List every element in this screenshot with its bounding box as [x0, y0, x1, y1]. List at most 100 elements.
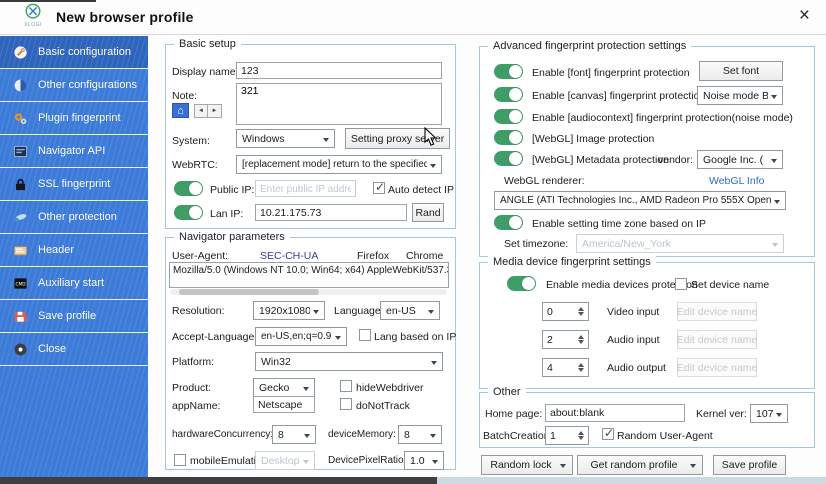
spin-down-icon[interactable] [578, 340, 584, 344]
spin-up-icon[interactable] [578, 307, 584, 311]
chevron-down-icon [430, 164, 436, 168]
product-label: Product: [172, 382, 212, 394]
lan-ip-input[interactable] [255, 204, 407, 221]
resolution-dropdown[interactable]: 1920x1080 [253, 301, 325, 320]
arrow-left-icon[interactable]: ◄ [194, 104, 208, 118]
sidebar-item-save-profile[interactable]: Save profile [0, 300, 148, 333]
font-protection-toggle[interactable] [494, 64, 523, 79]
webgl-info-link[interactable]: WebGL Info [709, 175, 764, 187]
get-random-profile-button[interactable]: Get random profile [577, 455, 703, 475]
timezone-by-ip-toggle[interactable] [494, 215, 523, 230]
accept-language-dropdown[interactable]: en-US,en;q=0.9 [255, 327, 347, 346]
arrow-right-icon[interactable]: ► [208, 104, 222, 118]
random-lock-button[interactable]: Random lock [481, 455, 573, 475]
home-icon[interactable]: ⌂ [172, 103, 189, 118]
svg-text:CMD: CMD [15, 281, 26, 287]
media-devices-protection-toggle[interactable] [507, 276, 536, 291]
product-dropdown[interactable]: Gecko [253, 378, 315, 397]
rand-button[interactable]: Rand [412, 203, 444, 222]
scrollbar-thumb[interactable] [179, 289, 319, 295]
public-ip-input[interactable] [255, 180, 356, 197]
spin-down-icon[interactable] [578, 368, 584, 372]
display-name-input[interactable] [236, 62, 442, 79]
font-protection-label: Enable [font] fingerprint protection [532, 67, 690, 79]
edit-audio-output-device-button[interactable]: Edit device name [677, 358, 757, 377]
device-pixel-ratio-dropdown[interactable]: 1.0 [404, 451, 444, 470]
save-profile-button[interactable]: Save profile [713, 455, 786, 475]
sidebar-item-ssl-fingerprint[interactable]: SSL fingerprint [0, 168, 148, 201]
webgl-renderer-dropdown[interactable]: ANGLE (ATI Technologies Inc., AMD Radeon… [494, 191, 786, 210]
lan-ip-toggle[interactable] [174, 205, 203, 220]
audio-input-count-spinner[interactable]: 2 [542, 330, 589, 349]
system-dropdown[interactable]: Windows [236, 129, 335, 148]
device-memory-dropdown[interactable]: 8 [398, 425, 442, 444]
edit-video-device-button[interactable]: Edit device name [677, 302, 757, 321]
kernel-version-dropdown[interactable]: 107 [750, 404, 788, 423]
public-ip-toggle[interactable] [174, 181, 203, 196]
home-page-input[interactable] [545, 404, 685, 422]
sidebar-item-other-configurations[interactable]: Other configurations [0, 69, 148, 102]
sidebar-item-plugin-fingerprint[interactable]: Plugin fingerprint [0, 102, 148, 135]
user-agent-textarea[interactable]: Mozilla/5.0 (Windows NT 10.0; Win64; x64… [169, 262, 449, 288]
set-font-button[interactable]: Set font [699, 61, 783, 81]
kernel-version-label: Kernel ver: [696, 408, 747, 420]
hide-webdriver-checkbox[interactable] [340, 380, 352, 392]
chevron-down-icon [304, 434, 310, 438]
platform-dropdown[interactable]: Win32 [255, 352, 443, 371]
canvas-protection-toggle[interactable] [494, 87, 523, 102]
lang-based-on-ip-checkbox[interactable] [359, 329, 371, 341]
random-user-agent-checkbox[interactable]: ✓ [602, 426, 614, 440]
auto-detect-ip-checkbox[interactable]: ✓ [373, 180, 385, 194]
power-icon [14, 343, 27, 355]
webgl-image-protection-toggle[interactable] [494, 130, 523, 145]
set-timezone-label: Set timezone: [504, 238, 569, 250]
chevron-down-icon [432, 460, 438, 464]
user-agent-scrollbar[interactable] [170, 289, 447, 295]
mobile-emulation-dropdown[interactable]: Desktop [255, 451, 315, 470]
sidebar-item-header[interactable]: Header [0, 234, 148, 267]
audio-output-count-spinner[interactable]: 4 [542, 358, 589, 377]
sidebar-item-auxiliary-start[interactable]: CMD Auxiliary start [0, 267, 148, 300]
group-legend: Media device fingerprint settings [488, 256, 656, 268]
spin-up-icon[interactable] [578, 363, 584, 367]
webrtc-dropdown[interactable]: [replacement mode] return to the specifi… [236, 155, 442, 174]
sec-ch-ua-link[interactable]: SEC-CH-UA [260, 250, 318, 262]
mouse-cursor [424, 126, 438, 150]
chrome-link[interactable]: Chrome [406, 250, 443, 262]
video-input-count-spinner[interactable]: 0 [542, 302, 589, 321]
note-textarea[interactable]: 321 [236, 83, 442, 125]
hardware-concurrency-dropdown[interactable]: 8 [272, 425, 316, 444]
new-browser-profile-window: XLOGI New browser profile × Basic config… [0, 0, 826, 484]
batch-creation-spinner[interactable]: 1 [545, 426, 589, 445]
random-user-agent-label: Random User-Agent [617, 430, 713, 442]
webgl-metadata-protection-toggle[interactable] [494, 151, 523, 166]
chevron-down-icon [428, 310, 434, 314]
audiocontext-protection-toggle[interactable] [494, 109, 523, 124]
spin-down-icon[interactable] [578, 436, 584, 440]
canvas-noise-mode-dropdown[interactable]: Noise mode B [697, 86, 783, 105]
set-device-name-checkbox[interactable] [675, 278, 687, 290]
chevron-down-icon [776, 413, 782, 417]
sidebar-item-other-protection[interactable]: Other protection [0, 201, 148, 234]
group-legend: Basic setup [174, 38, 241, 50]
sidebar-item-close[interactable]: Close [0, 333, 148, 366]
close-icon[interactable]: × [799, 6, 810, 26]
do-not-track-checkbox[interactable] [340, 398, 352, 410]
mobile-emulation-checkbox[interactable] [174, 454, 186, 466]
appname-input[interactable] [253, 396, 315, 413]
auto-detect-ip-label: Auto detect IP [388, 184, 454, 196]
sidebar-item-basic-configuration[interactable]: Basic configuration [0, 36, 148, 69]
spin-up-icon[interactable] [578, 431, 584, 435]
spin-up-icon[interactable] [578, 335, 584, 339]
webgl-vendor-dropdown[interactable]: Google Inc. ( [697, 150, 783, 169]
chevron-down-icon [772, 243, 778, 247]
edit-audio-input-device-button[interactable]: Edit device name [677, 330, 757, 349]
firefox-link[interactable]: Firefox [357, 250, 389, 262]
sidebar-item-label: SSL fingerprint [38, 178, 111, 190]
language-dropdown[interactable]: en-US [380, 301, 440, 320]
sidebar-item-navigator-api[interactable]: Navigator API [0, 135, 148, 168]
spin-down-icon[interactable] [578, 312, 584, 316]
public-ip-label: Public IP: [210, 184, 255, 196]
sidebar-item-label: Basic configuration [38, 46, 131, 58]
timezone-dropdown[interactable]: America/New_York [576, 234, 784, 253]
